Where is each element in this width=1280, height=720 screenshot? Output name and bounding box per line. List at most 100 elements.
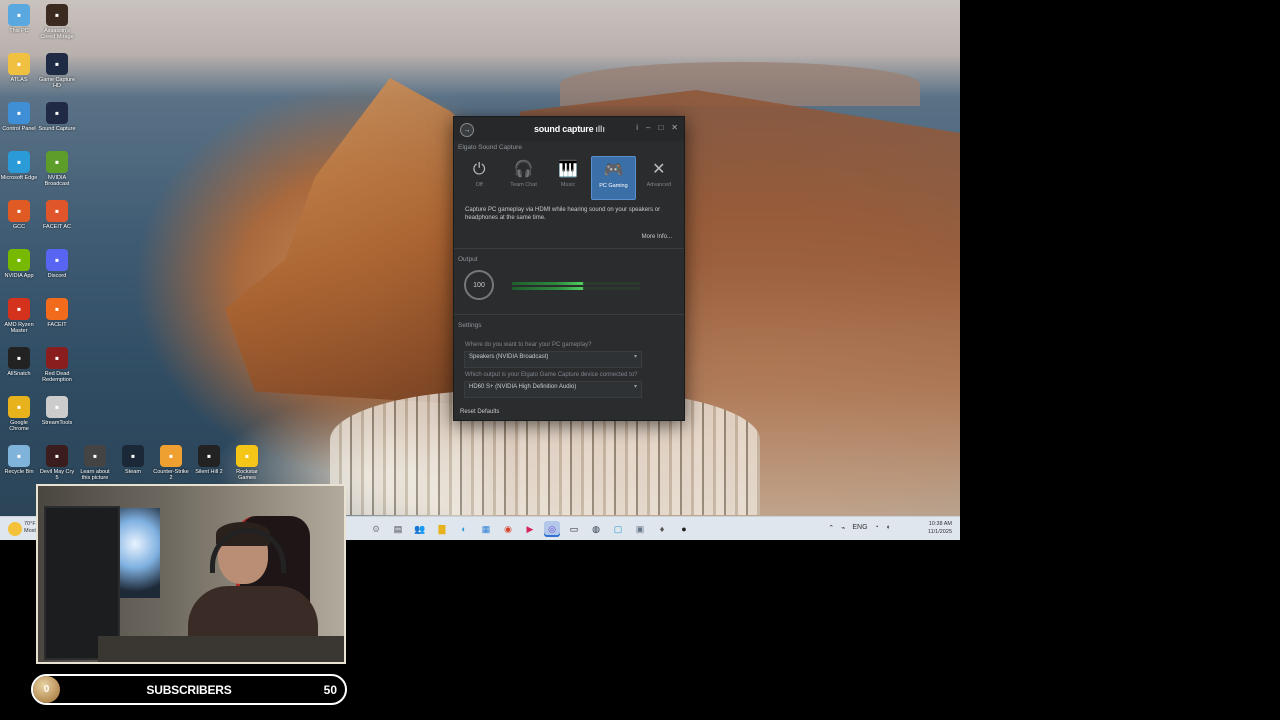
mode-pc-gaming-button[interactable]: 🎮 PC Gaming <box>591 156 636 200</box>
rdr-icon: ▪ <box>46 347 68 369</box>
chevron-up-icon[interactable]: ⌃ <box>828 524 834 532</box>
display-icon[interactable]: ▣ <box>632 521 648 537</box>
desktop-icon-edge[interactable]: ▪ Microsoft Edge <box>0 151 38 181</box>
desktop-icon-faceit[interactable]: ▪ FACEIT <box>38 298 76 328</box>
webcam-desk <box>98 636 344 662</box>
desktop-icon-folder[interactable]: ▪ ATLAS <box>0 53 38 83</box>
mode-label: Off <box>475 182 483 188</box>
close-button[interactable]: ✕ <box>671 123 678 132</box>
desktop-icon-game[interactable]: ▪ Assassin's Creed Mirage <box>38 4 76 40</box>
wifi-icon[interactable]: ◔ <box>875 524 879 532</box>
desktop-icon-cs2[interactable]: ▪ Counter-Strike 2 <box>152 445 190 481</box>
desktop-icon-recycle-bin[interactable]: ▪ Recycle Bin <box>0 445 38 475</box>
folder-icon: ▪ <box>8 53 30 75</box>
store-icon[interactable]: ▦ <box>478 521 494 537</box>
power-icon: ⏻ <box>472 161 486 178</box>
mode-selector: ⏻ Off 🎧 Team Chat 🎹 Music 🎮 PC Gaming ✕ Advanced <box>454 154 684 200</box>
chevron-down-icon: ▾ <box>633 384 637 390</box>
desktop-icon-sound-capture[interactable]: ▪ Sound Capture <box>38 102 76 132</box>
desktop-icon-label: Steam <box>125 469 141 475</box>
desktop-icon-steam[interactable]: ▪ Steam <box>114 445 152 475</box>
capture-output-select[interactable]: HD60 S+ (NVIDIA High Definition Audio) ▾ <box>464 381 642 398</box>
hear-output-value: Speakers (NVIDIA Broadcast) <box>469 354 549 360</box>
app-brand-text: sound capture <box>534 124 594 134</box>
desktop-icon-streamtools[interactable]: ▪ StreamTools <box>38 396 76 426</box>
file-icon[interactable]: ▤ <box>390 521 406 537</box>
media-icon[interactable]: ▶ <box>522 521 538 537</box>
output-volume-knob[interactable]: 100 <box>464 270 494 300</box>
desktop-icon-faceit-ac[interactable]: ▪ FACEIT AC <box>38 200 76 230</box>
elgato-logo-icon[interactable]: → <box>460 123 474 137</box>
terminal-icon[interactable]: ▭ <box>566 521 582 537</box>
desktop-icon-rockstar[interactable]: ▪ Rockstar Games <box>228 445 266 481</box>
maximize-button[interactable]: □ <box>658 123 663 132</box>
desktop-icon-label: FACEIT AC <box>42 224 72 230</box>
steam-icon[interactable]: ◍ <box>588 521 604 537</box>
desktop-icon-control-panel[interactable]: ▪ Control Panel <box>0 102 38 132</box>
language-indicator[interactable]: ENG <box>852 524 867 532</box>
desktop-icon-chrome[interactable]: ▪ Google Chrome <box>0 396 38 432</box>
desktop-icon-dmc[interactable]: ▪ Devil May Cry 5 <box>38 445 76 481</box>
desktop-icon-play[interactable]: ▪ Game Capture HD <box>38 53 76 89</box>
headset-icon: 🎧 <box>513 161 534 178</box>
capture-output-value: HD60 S+ (NVIDIA High Definition Audio) <box>469 384 577 390</box>
window-controls: i – □ ✕ <box>636 123 678 132</box>
desktop-icon-discord[interactable]: ▪ Discord <box>38 249 76 279</box>
meter-bar-left <box>512 282 640 285</box>
desktop-icon-nvidia-broadcast[interactable]: ▪ NVIDIA Broadcast <box>38 151 76 187</box>
faceit-icon: ▪ <box>46 298 68 320</box>
weather-icon[interactable] <box>8 522 22 536</box>
pin-icon[interactable]: ♦ <box>654 521 670 537</box>
chrome-icon[interactable]: ◉ <box>500 521 516 537</box>
section-title-settings: Settings <box>458 322 482 329</box>
monitor-icon[interactable]: ▢ <box>610 521 626 537</box>
app-brand: sound capture ıllı <box>534 124 605 134</box>
volume-icon[interactable]: ◖ <box>886 524 890 532</box>
subscriber-goal: 50 <box>323 683 337 697</box>
amd-icon: ▪ <box>8 298 30 320</box>
desktop-icon-monitor[interactable]: ▪ This PC <box>0 4 38 34</box>
streamtools-icon: ▪ <box>46 396 68 418</box>
more-info-link[interactable]: More Info... <box>454 222 684 240</box>
desktop-icon-amd[interactable]: ▪ AMD Ryzen Master <box>0 298 38 334</box>
divider <box>454 248 684 249</box>
mode-music-button[interactable]: 🎹 Music <box>547 156 589 198</box>
mode-advanced-button[interactable]: ✕ Advanced <box>638 156 680 198</box>
clock-time: 10:38 AM <box>928 521 952 527</box>
divider <box>454 314 684 315</box>
minimize-button[interactable]: – <box>646 123 650 132</box>
mode-label: Advanced <box>646 182 672 188</box>
mode-team-chat-button[interactable]: 🎧 Team Chat <box>502 156 544 198</box>
info-icon[interactable]: i <box>636 123 638 132</box>
app-icon[interactable]: ● <box>676 521 692 537</box>
chevron-down-icon: ▾ <box>633 354 637 360</box>
desktop-icon-camera[interactable]: ▪ Learn about this picture <box>76 445 114 481</box>
hear-output-select[interactable]: Speakers (NVIDIA Broadcast) ▾ <box>464 351 642 368</box>
camera-icon: ▪ <box>84 445 106 467</box>
desktop-icon-gcc[interactable]: ▪ GCC <box>0 200 38 230</box>
reset-defaults-button[interactable]: Reset Defaults <box>460 409 499 415</box>
sound-capture-window: → sound capture ıllı i – □ ✕ Elgato Sound… <box>453 116 685 421</box>
chrome-icon: ▪ <box>8 396 30 418</box>
mode-off-button[interactable]: ⏻ Off <box>458 156 500 198</box>
desktop-icon-allsnatch[interactable]: ▪ AllSnatch <box>0 347 38 377</box>
steam-icon: ▪ <box>122 445 144 467</box>
clock[interactable]: 10:38 AM 11/1/2025 <box>928 520 952 536</box>
folder-icon[interactable]: ▇ <box>434 521 450 537</box>
settings-icon[interactable]: ⚙ <box>368 521 384 537</box>
play-icon: ▪ <box>46 53 68 75</box>
desktop-icon-label: Devil May Cry 5 <box>39 469 75 481</box>
window-titlebar[interactable]: → sound capture ıllı i – □ ✕ <box>454 117 684 141</box>
desktop-icon-silent-hill[interactable]: ▪ Silent Hill 2 <box>190 445 228 475</box>
desktop-icon-label: GCC <box>12 224 26 230</box>
sound-capture-icon[interactable]: ◎ <box>544 521 560 537</box>
desktop-icon-nvidia[interactable]: ▪ NVIDIA App <box>0 249 38 279</box>
people-icon[interactable]: 👥 <box>412 521 428 537</box>
desktop-icon-label: Sound Capture <box>38 126 76 132</box>
recycle-bin-icon: ▪ <box>8 445 30 467</box>
mode-description: Capture PC gameplay via HDMI while heari… <box>465 207 661 221</box>
edge-icon[interactable]: ◐ <box>456 521 472 537</box>
desktop-icon-rdr[interactable]: ▪ Red Dead Redemption <box>38 347 76 383</box>
network-status-icon[interactable]: ⌁ <box>841 524 845 532</box>
desktop-icon-label: Silent Hill 2 <box>195 469 223 475</box>
